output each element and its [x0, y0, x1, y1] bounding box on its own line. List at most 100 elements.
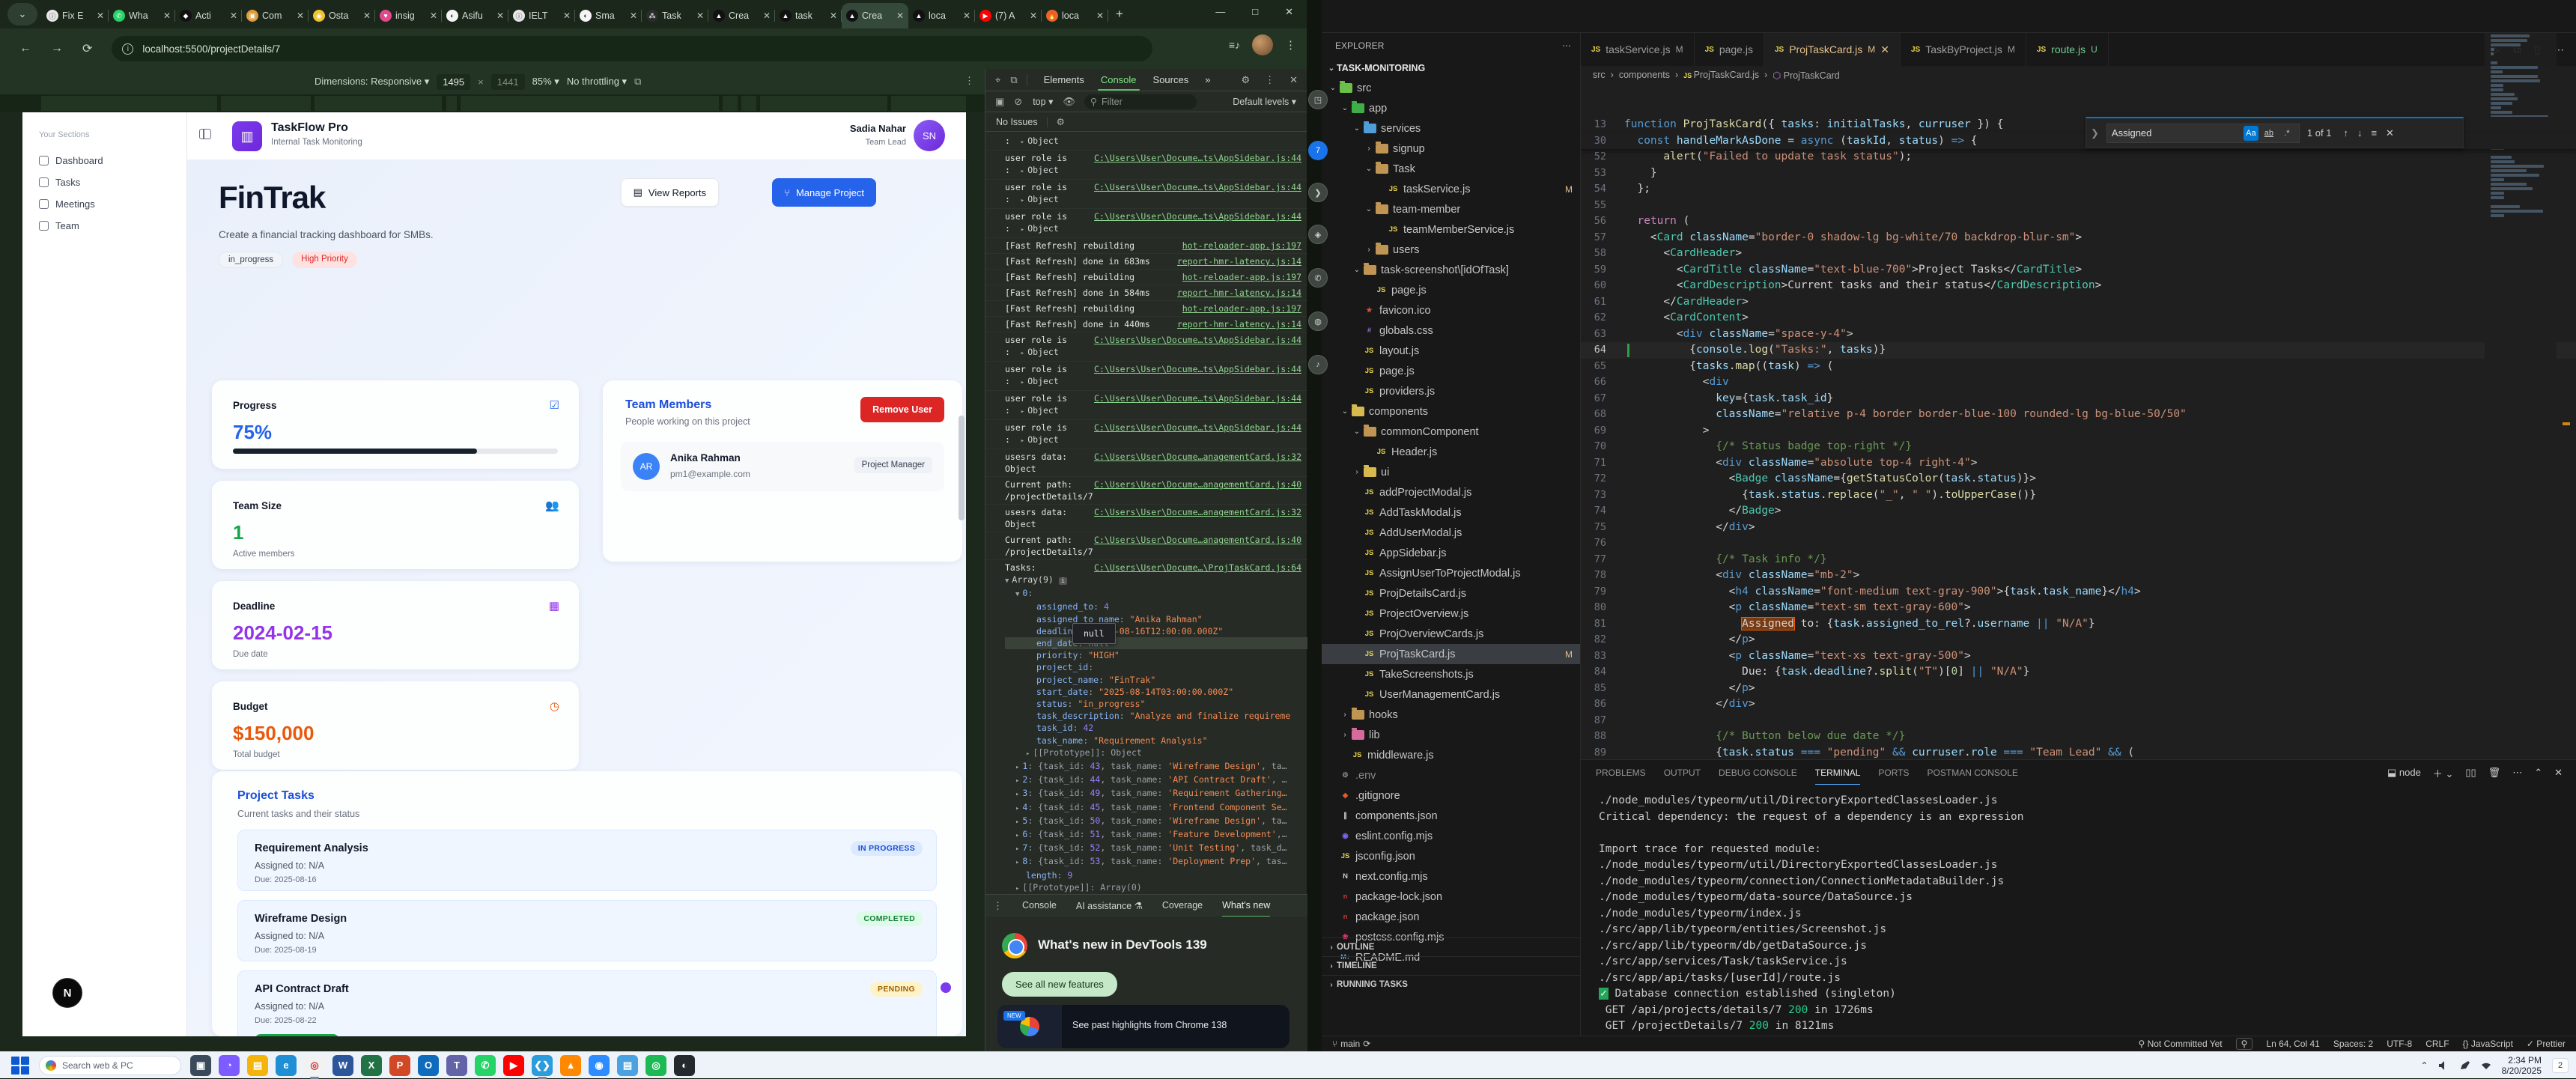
forward-icon[interactable]: →	[51, 42, 63, 55]
code-line[interactable]: 77 {/* Task info */}	[1581, 552, 2576, 568]
code-line[interactable]: 54 };	[1581, 181, 2576, 198]
source-link[interactable]: C:\Users\User\Docume…ts\AppSidebar.js:44	[1094, 363, 1301, 375]
tab-close-icon[interactable]: ✕	[163, 10, 171, 21]
status-item-javascript[interactable]: {} JavaScript	[2463, 1039, 2513, 1049]
browser-tab[interactable]: ⓘ IELT ✕	[508, 3, 575, 28]
sidebar-collapse-icon[interactable]	[199, 129, 211, 139]
devtools-settings-icon[interactable]: ⚙	[1241, 74, 1250, 86]
taskbar-app-word[interactable]: W	[332, 1054, 353, 1076]
tab-close-icon[interactable]: ✕	[963, 10, 970, 21]
code-line[interactable]: 80 <p className="text-sm text-gray-600">	[1581, 600, 2576, 616]
section-outline[interactable]: › OUTLINE	[1322, 937, 1580, 956]
code-line[interactable]: 79 <h4 className="font-medium text-gray-…	[1581, 584, 2576, 601]
code-line[interactable]: 66 <div	[1581, 374, 2576, 391]
status-item-ln-64-col-41[interactable]: Ln 64, Col 41	[2266, 1039, 2319, 1049]
section-running-tasks[interactable]: › RUNNING TASKS	[1322, 975, 1580, 994]
code-line[interactable]: 59 <CardTitle className="text-blue-700">…	[1581, 262, 2576, 279]
console-entry[interactable]: : ▸ Object	[985, 133, 1307, 151]
source-link[interactable]: report-hmr-latency.js:14	[1177, 318, 1301, 330]
code-line[interactable]: 83 <p className="text-xs text-gray-500">	[1581, 648, 2576, 665]
extension-icon[interactable]: 7	[1308, 141, 1328, 160]
code-editor[interactable]: 13 function ProjTaskCard({ tasks: initial…	[1581, 117, 2576, 759]
code-line[interactable]: 81 Assigned to: {task.assigned_to_rel?.u…	[1581, 616, 2576, 633]
drawer-tab-what-s-new[interactable]: What's new	[1222, 900, 1271, 917]
devtools-more-tabs-icon[interactable]: »	[1205, 74, 1210, 85]
code-line[interactable]: 88 {/* Button below due date */}	[1581, 729, 2576, 745]
console-entry[interactable]: user role is C:\Users\User\Docume…ts\AppS…	[985, 391, 1307, 420]
regex-toggle[interactable]: .*	[2279, 126, 2294, 141]
browser-tab[interactable]: ◆ Acti ✕	[175, 3, 242, 28]
console-entry-tasks[interactable]: Tasks: C:\Users\User\Docume…\ProjTaskCard…	[985, 560, 1307, 894]
folder-signup[interactable]: › signup	[1322, 139, 1580, 159]
file-ProjTaskCard-js[interactable]: JS ProjTaskCard.js M	[1322, 644, 1580, 664]
console-entry[interactable]: usesrs data: C:\Users\User\Docume…anageme…	[985, 505, 1307, 532]
code-line[interactable]: 78 <div className="mb-2">	[1581, 568, 2576, 584]
split-terminal-icon[interactable]: ▯▯	[2465, 767, 2476, 779]
tab-search-icon[interactable]: ⌄	[7, 3, 37, 25]
code-line[interactable]: 70 {/* Status badge top-right */}	[1581, 439, 2576, 455]
code-line[interactable]: 75 </div>	[1581, 520, 2576, 536]
taskbar-app-zoom[interactable]: ◉	[589, 1054, 610, 1076]
folder-Task[interactable]: ⌄ Task	[1322, 159, 1580, 179]
code-line[interactable]: 87	[1581, 713, 2576, 729]
throttling-select[interactable]: No throttling ▾	[567, 76, 627, 88]
task-card[interactable]: API Contract Draft Assigned to: N/A Due: 2…	[237, 970, 937, 1036]
folder-users[interactable]: › users	[1322, 240, 1580, 260]
address-bar[interactable]: i localhost:5500/projectDetails/7	[112, 36, 1153, 61]
file-AssignUserToProjectModal-js[interactable]: JS AssignUserToProjectModal.js	[1322, 563, 1580, 583]
folder-team-member[interactable]: ⌄ team-member	[1322, 199, 1580, 219]
source-link[interactable]: C:\Users\User\Docume…ts\AppSidebar.js:44	[1094, 334, 1301, 346]
task-card[interactable]: Wireframe Design Assigned to: N/A Due: 202…	[237, 900, 937, 961]
eye-icon[interactable]: 👁	[1063, 96, 1075, 108]
device-toolbar-menu-icon[interactable]: ⋮	[965, 75, 974, 87]
file-providers-js[interactable]: JS providers.js	[1322, 381, 1580, 401]
taskbar-clock[interactable]: 2:34 PM 8/20/2025	[2502, 1055, 2542, 1076]
avatar[interactable]: SN	[914, 120, 945, 151]
taskbar-search[interactable]: Search web & PC	[39, 1055, 181, 1075]
folder-lib[interactable]: › lib	[1322, 725, 1580, 745]
extension-icon[interactable]: ♪	[1308, 355, 1328, 374]
folder-hooks[interactable]: › hooks	[1322, 705, 1580, 725]
editor-tab-ProjTaskCard-js[interactable]: JS ProjTaskCard.js M ✕	[1764, 33, 1901, 66]
tab-close-icon[interactable]: ✕	[97, 10, 104, 21]
window-control-icon[interactable]: —	[1215, 6, 1225, 18]
source-link[interactable]: C:\Users\User\Docume…anagementCard.js:32	[1094, 506, 1301, 518]
find-prev-icon[interactable]: ↑	[2343, 127, 2348, 139]
drawer-tab-ai-assistance-[interactable]: AI assistance ⚗	[1076, 900, 1143, 911]
zoom-select[interactable]: 85% ▾	[532, 76, 559, 88]
source-link[interactable]: report-hmr-latency.js:14	[1177, 287, 1301, 299]
code-line[interactable]: 89 {task.status === "pending" && curruse…	[1581, 745, 2576, 760]
tab-close-icon[interactable]: ✕	[230, 10, 237, 21]
view-reports-button[interactable]: ▤ View Reports	[620, 178, 719, 207]
source-link[interactable]: hot-reloader-app.js:197	[1182, 303, 1301, 314]
notification-badge[interactable]: 2	[2552, 1057, 2569, 1073]
console-entry[interactable]: [Fast Refresh] rebuilding hot-reloader-ap…	[985, 301, 1307, 317]
console-entry[interactable]: [Fast Refresh] rebuilding hot-reloader-ap…	[985, 238, 1307, 254]
git-branch-item[interactable]: ⑂ main ⟳	[1332, 1039, 1370, 1049]
breadcrumb-item[interactable]: src	[1593, 70, 1606, 80]
breadcrumb-item[interactable]: ⬡ ProjTaskCard	[1772, 70, 1839, 81]
reading-list-icon[interactable]: ≡♪	[1229, 39, 1240, 51]
log-levels-select[interactable]: Default levels ▾	[1233, 96, 1296, 107]
file-ProjDetailsCard-js[interactable]: JS ProjDetailsCard.js	[1322, 583, 1580, 604]
console-entry[interactable]: usesrs data: C:\Users\User\Docume…anageme…	[985, 449, 1307, 477]
task-card[interactable]: Requirement Analysis Assigned to: N/A Due:…	[237, 830, 937, 891]
file-ProjOverviewCards-js[interactable]: JS ProjOverviewCards.js	[1322, 624, 1580, 644]
browser-tab[interactable]: ◐ Sma ✕	[575, 3, 642, 28]
code-line[interactable]: 71 <div className="absolute top-4 right-…	[1581, 455, 2576, 472]
browser-tab[interactable]: ▶ (7) A ✕	[975, 3, 1042, 28]
status-item-crlf[interactable]: CRLF	[2425, 1039, 2449, 1049]
code-line[interactable]: 52 alert("Failed to update task status")…	[1581, 149, 2576, 165]
file--gitignore[interactable]: ◆ .gitignore	[1322, 785, 1580, 806]
code-line[interactable]: 74 </Badge>	[1581, 503, 2576, 520]
file-globals-css[interactable]: # globals.css	[1322, 320, 1580, 341]
pen-icon[interactable]	[2460, 1060, 2470, 1070]
site-info-icon[interactable]: i	[122, 43, 134, 55]
code-line[interactable]: 76	[1581, 535, 2576, 552]
console-filter-input[interactable]: ⚲ Filter	[1084, 94, 1197, 109]
status-item-utf-8[interactable]: UTF-8	[2387, 1039, 2412, 1049]
volume-icon[interactable]	[2438, 1060, 2449, 1070]
devtools-tab-elements[interactable]: Elements	[1044, 74, 1084, 85]
status-search-icon[interactable]: ⚲	[2235, 1038, 2253, 1050]
browser-profile-avatar[interactable]	[1252, 34, 1273, 55]
